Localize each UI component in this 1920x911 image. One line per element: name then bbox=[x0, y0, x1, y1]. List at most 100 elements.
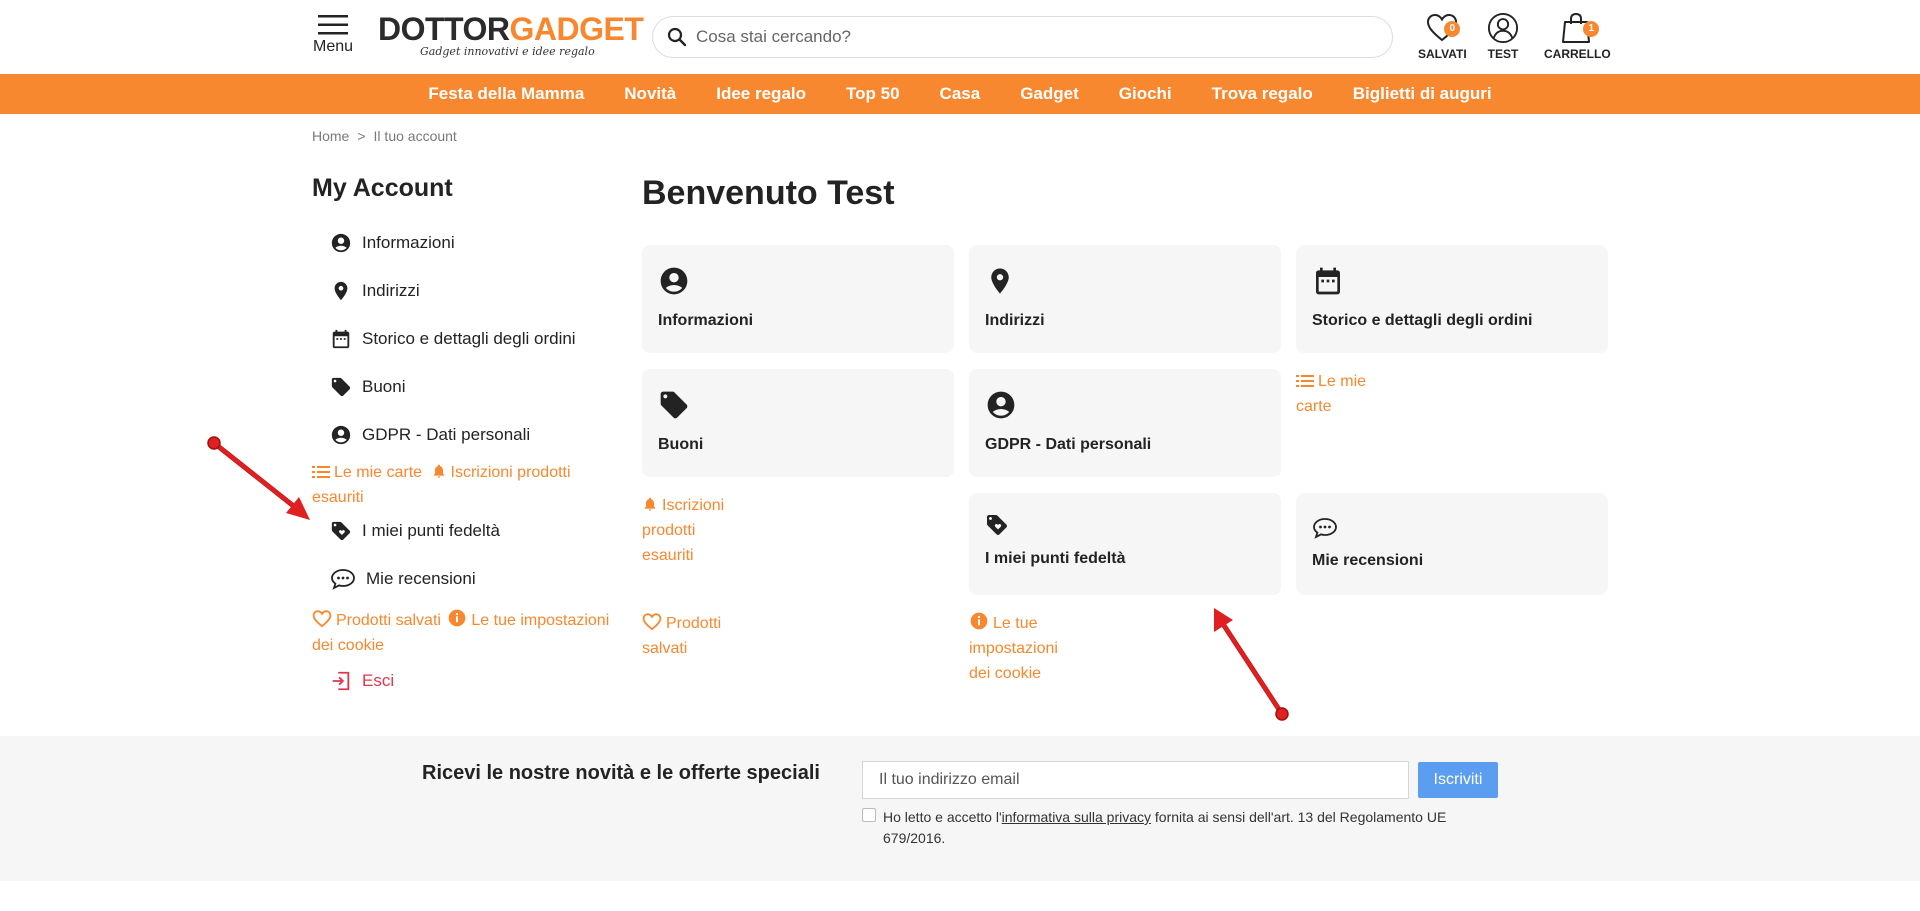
site-logo[interactable]: DOTTORGADGET Gadget innovativi e idee re… bbox=[378, 11, 644, 58]
menu-label: Menu bbox=[312, 38, 354, 55]
sidebar-item-buoni[interactable]: Buoni bbox=[330, 376, 405, 398]
sidebar-item-le-mie-carte[interactable]: Le mie carte bbox=[312, 464, 422, 481]
card-gdpr[interactable]: GDPR - Dati personali bbox=[969, 369, 1281, 477]
account-circle-icon bbox=[660, 267, 688, 295]
list-icon bbox=[312, 466, 330, 478]
account-circle-icon bbox=[331, 425, 351, 445]
breadcrumb: Home > Il tuo account bbox=[312, 128, 457, 144]
account-circle-icon bbox=[987, 391, 1015, 419]
annotation-arrow-left bbox=[207, 436, 310, 520]
card-recensioni[interactable]: Mie recensioni bbox=[1296, 493, 1608, 595]
card-title: Indirizzi bbox=[985, 312, 1045, 329]
search-bar bbox=[652, 16, 1393, 58]
logo-text-dark: DOTTOR bbox=[378, 11, 510, 47]
sidebar-item-indirizzi[interactable]: Indirizzi bbox=[330, 280, 420, 302]
link-line: prodotti bbox=[642, 522, 696, 539]
logout-label: Esci bbox=[362, 671, 395, 690]
search-icon bbox=[667, 27, 687, 47]
info-icon bbox=[970, 612, 988, 630]
card-title: I miei punti fedeltà bbox=[985, 550, 1126, 567]
sidebar-item-punti-fedelta[interactable]: I miei punti fedeltà bbox=[330, 520, 500, 542]
chat-bubble-icon bbox=[1313, 518, 1337, 539]
saved-button[interactable]: 0 SALVATI bbox=[1418, 12, 1467, 61]
link-line: Le tue bbox=[993, 615, 1038, 632]
link-line: Prodotti bbox=[666, 615, 722, 632]
account-circle-icon bbox=[331, 233, 351, 253]
newsletter-title: Ricevi le nostre novità e le offerte spe… bbox=[422, 762, 820, 784]
link-line: Iscrizioni bbox=[662, 497, 725, 514]
tag-icon bbox=[660, 391, 688, 419]
breadcrumb-current: Il tuo account bbox=[373, 128, 457, 144]
logout-icon bbox=[332, 671, 350, 691]
sidebar-item-label: Mie recensioni bbox=[366, 569, 476, 588]
card-title: Buoni bbox=[658, 436, 704, 453]
privacy-policy-link[interactable]: informativa sulla privacy bbox=[1002, 809, 1151, 825]
logo-text-orange: GADGET bbox=[509, 11, 644, 47]
loyalty-tag-icon bbox=[987, 515, 1007, 535]
location-pin-icon bbox=[991, 268, 1009, 294]
sidebar-item-label: Buoni bbox=[362, 377, 406, 396]
sidebar-item-prodotti-salvati[interactable]: Prodotti salvati bbox=[312, 610, 441, 629]
bell-icon bbox=[433, 464, 444, 478]
link-prodotti-salvati[interactable]: Prodotti salvati bbox=[642, 611, 721, 661]
link-le-mie-carte[interactable]: Le mie carte bbox=[1296, 369, 1366, 419]
location-pin-icon bbox=[334, 281, 348, 301]
link-line: esauriti bbox=[642, 547, 694, 564]
saved-label: SALVATI bbox=[1418, 47, 1467, 61]
link-line: carte bbox=[1296, 398, 1332, 415]
sidebar-item-label: I miei punti fedeltà bbox=[362, 521, 500, 540]
sidebar-item-informazioni[interactable]: Informazioni bbox=[330, 232, 455, 254]
breadcrumb-home[interactable]: Home bbox=[312, 128, 349, 144]
card-indirizzi[interactable]: Indirizzi bbox=[969, 245, 1281, 353]
link-impostazioni-cookie[interactable]: Le tue impostazioni dei cookie bbox=[969, 611, 1058, 686]
nav-item-novita[interactable]: Novità bbox=[624, 84, 676, 104]
sidebar-item-label: Storico e dettagli degli ordini bbox=[362, 329, 576, 348]
tag-icon bbox=[331, 377, 351, 397]
bell-icon bbox=[644, 497, 656, 511]
card-punti-fedelta[interactable]: I miei punti fedeltà bbox=[969, 493, 1281, 595]
menu-button[interactable]: Menu bbox=[311, 14, 355, 62]
card-ordini[interactable]: Storico e dettagli degli ordini bbox=[1296, 245, 1608, 353]
link-line: salvati bbox=[642, 640, 688, 657]
account-button[interactable]: TEST bbox=[1486, 12, 1520, 61]
link-line: dei cookie bbox=[969, 665, 1042, 682]
nav-item-biglietti-di-auguri[interactable]: Biglietti di auguri bbox=[1353, 84, 1492, 104]
card-informazioni[interactable]: Informazioni bbox=[642, 245, 954, 353]
nav-item-festa-della-mamma[interactable]: Festa della Mamma bbox=[428, 84, 584, 104]
nav-item-gadget[interactable]: Gadget bbox=[1020, 84, 1079, 104]
logout-link[interactable]: Esci bbox=[330, 670, 394, 692]
sidebar-orange-links-1: Le mie carte Iscrizioni prodotti esaurit… bbox=[312, 460, 612, 510]
account-label: TEST bbox=[1487, 47, 1519, 61]
sidebar-title: My Account bbox=[312, 174, 453, 202]
account-sidebar: My Account Informazioni Indirizzi Storic… bbox=[312, 174, 612, 691]
nav-item-trova-regalo[interactable]: Trova regalo bbox=[1212, 84, 1313, 104]
nav-item-idee-regalo[interactable]: Idee regalo bbox=[716, 84, 806, 104]
consent-text-before: Ho letto e accetto l' bbox=[883, 809, 1002, 825]
annotation-arrow-right bbox=[1214, 608, 1289, 721]
privacy-consent-text: Ho letto e accetto l'informativa sulla p… bbox=[883, 807, 1503, 849]
breadcrumb-separator: > bbox=[357, 128, 366, 144]
cart-button[interactable]: 1 CARRELLO bbox=[1544, 12, 1611, 61]
info-icon bbox=[449, 609, 466, 627]
newsletter-email-input[interactable] bbox=[862, 761, 1409, 799]
search-input[interactable] bbox=[696, 27, 1336, 47]
sidebar-item-gdpr[interactable]: GDPR - Dati personali bbox=[330, 424, 530, 446]
main-nav: Festa della Mamma Novità Idee regalo Top… bbox=[0, 74, 1920, 114]
sidebar-item-label: Indirizzi bbox=[362, 281, 420, 300]
sidebar-item-ordini[interactable]: Storico e dettagli degli ordini bbox=[330, 328, 576, 350]
newsletter-section: Ricevi le nostre novità e le offerte spe… bbox=[0, 736, 1920, 881]
nav-item-casa[interactable]: Casa bbox=[940, 84, 981, 104]
sidebar-item-recensioni[interactable]: Mie recensioni bbox=[330, 568, 476, 590]
heart-icon bbox=[312, 610, 332, 628]
link-iscrizioni-prodotti-esauriti[interactable]: Iscrizioni prodotti esauriti bbox=[642, 493, 724, 568]
subscribe-button[interactable]: Iscriviti bbox=[1418, 762, 1498, 798]
site-header: Menu DOTTORGADGET Gadget innovativi e id… bbox=[0, 0, 1920, 74]
sidebar-item-label: GDPR - Dati personali bbox=[362, 425, 531, 444]
welcome-title: Benvenuto Test bbox=[642, 174, 895, 212]
card-title: GDPR - Dati personali bbox=[985, 436, 1152, 453]
nav-item-top-50[interactable]: Top 50 bbox=[846, 84, 900, 104]
privacy-checkbox[interactable] bbox=[862, 808, 876, 822]
nav-item-giochi[interactable]: Giochi bbox=[1119, 84, 1172, 104]
hamburger-icon bbox=[318, 15, 348, 35]
card-buoni[interactable]: Buoni bbox=[642, 369, 954, 477]
